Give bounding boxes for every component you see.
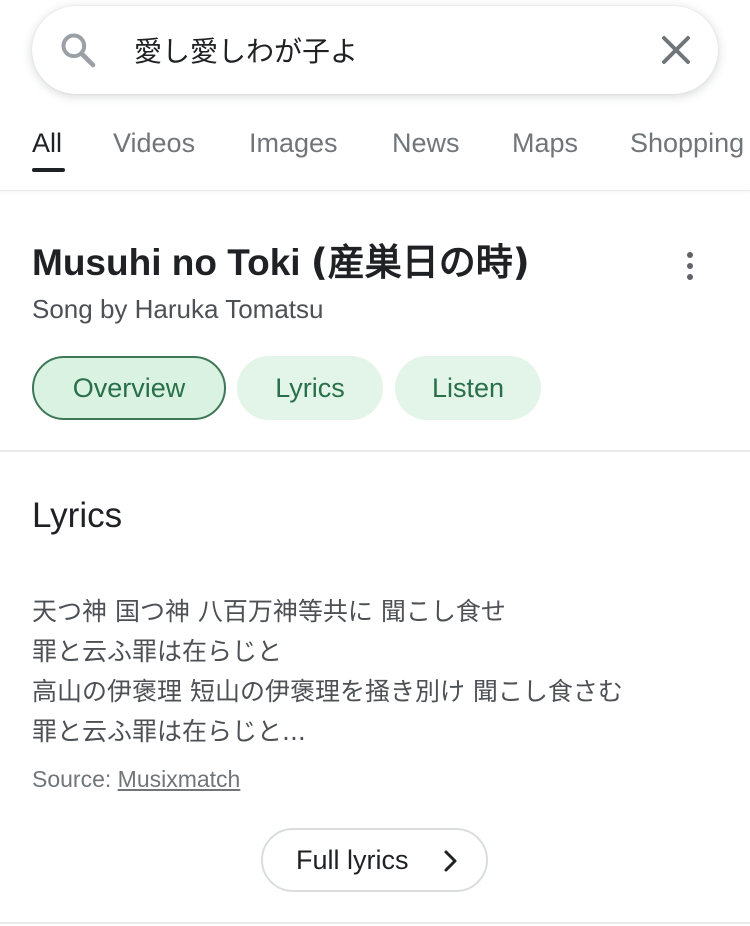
section-divider bbox=[0, 450, 750, 452]
song-subtitle: Song by Haruka Tomatsu bbox=[32, 294, 324, 324]
source-prefix: Source: bbox=[32, 766, 118, 792]
lyrics-source: Source: Musixmatch bbox=[32, 766, 240, 793]
chip-lyrics[interactable]: Lyrics bbox=[237, 356, 383, 420]
lyric-line: 高山の伊褒理 短山の伊褒理を掻き別け 聞こし食さむ bbox=[32, 677, 623, 706]
search-results-page: All Videos Images News Maps Shopping Mus… bbox=[0, 0, 750, 926]
search-input[interactable] bbox=[134, 26, 634, 74]
chip-listen[interactable]: Listen bbox=[395, 356, 541, 420]
close-icon[interactable] bbox=[658, 32, 694, 68]
song-title: Musuhi no Toki (産巣日の時) bbox=[32, 232, 530, 286]
tab-shopping[interactable]: Shopping bbox=[630, 128, 744, 159]
chevron-right-icon bbox=[444, 850, 457, 872]
more-vert-icon[interactable] bbox=[678, 248, 702, 284]
tab-news[interactable]: News bbox=[392, 128, 460, 159]
search-bar[interactable] bbox=[32, 6, 718, 94]
chip-overview[interactable]: Overview bbox=[32, 356, 226, 420]
tab-all[interactable]: All bbox=[32, 128, 62, 159]
search-icon[interactable] bbox=[58, 30, 98, 70]
section-divider-bottom bbox=[0, 922, 750, 924]
song-title-cjk: (産巣日の時) bbox=[310, 241, 530, 284]
lyric-line: 天つ神 国つ神 八百万神等共に 聞こし食せ bbox=[32, 597, 506, 626]
search-tabs: All Videos Images News Maps Shopping bbox=[0, 118, 750, 191]
lyric-line: 罪と云ふ罪は在らじと bbox=[32, 637, 283, 666]
lyric-line: 罪と云ふ罪は在らじと... bbox=[32, 717, 306, 746]
song-title-latin: Musuhi no Toki bbox=[32, 242, 311, 283]
tab-videos[interactable]: Videos bbox=[113, 128, 195, 159]
tab-maps[interactable]: Maps bbox=[512, 128, 578, 159]
source-link[interactable]: Musixmatch bbox=[118, 766, 241, 792]
full-lyrics-button[interactable]: Full lyrics bbox=[261, 828, 488, 892]
tab-images[interactable]: Images bbox=[249, 128, 338, 159]
full-lyrics-label: Full lyrics bbox=[296, 845, 409, 875]
lyrics-heading: Lyrics bbox=[32, 496, 123, 535]
active-tab-indicator bbox=[32, 168, 65, 172]
